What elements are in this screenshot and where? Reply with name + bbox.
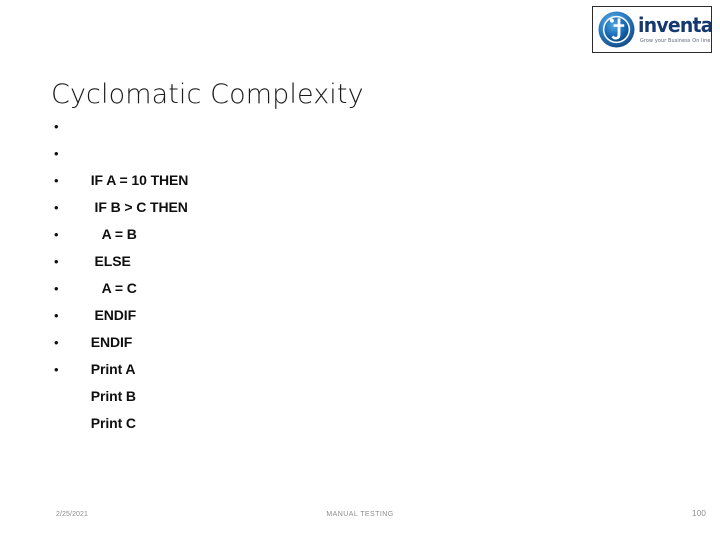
bullet-marker-icon: • <box>54 335 59 350</box>
list-item: • IF B > C THEN <box>48 140 448 215</box>
bullet-marker-icon: • <box>54 281 59 296</box>
list-item: • Print B <box>48 329 448 404</box>
bullet-marker-icon: • <box>54 173 59 188</box>
list-item: • ENDIF <box>48 275 448 350</box>
list-item: • A = C <box>48 221 448 296</box>
bullet-marker-icon: • <box>54 254 59 269</box>
footer-page-number: 100 <box>692 509 706 518</box>
bullet-marker-icon: • <box>54 227 59 242</box>
list-item: • Print C <box>48 356 448 431</box>
inventateq-emblem-icon <box>598 11 635 48</box>
list-item-label: Print C <box>90 415 136 431</box>
list-item: • A = B <box>48 167 448 242</box>
list-item: • IF A = 10 THEN <box>48 113 448 188</box>
bullet-marker-icon: • <box>54 362 59 377</box>
slide-canvas: inventateq Grow your Business On line Cy… <box>0 0 720 540</box>
list-item-label: Print B <box>90 388 136 404</box>
logo-wordmark: inventateq <box>638 13 712 37</box>
bullet-marker-icon: • <box>54 308 59 323</box>
company-logo: inventateq Grow your Business On line <box>592 6 712 53</box>
logo-inner: inventateq Grow your Business On line <box>593 7 711 52</box>
page-title: Cyclomatic Complexity <box>51 79 364 111</box>
bullet-marker-icon: • <box>54 200 59 215</box>
logo-tagline: Grow your Business On line <box>640 38 711 44</box>
bullet-marker-icon: • <box>54 119 59 134</box>
list-item: • Print A <box>48 302 448 377</box>
footer-course-title: MANUAL TESTING <box>326 511 394 518</box>
slide-footer: 2/25/2021 MANUAL TESTING 100 <box>0 505 720 527</box>
bullet-marker-icon: • <box>54 146 59 161</box>
list-item: • ENDIF <box>48 248 448 323</box>
pseudocode-bullet-list: • IF A = 10 THEN • IF B > C THEN • A = B… <box>48 113 448 431</box>
list-item: • ELSE <box>48 194 448 269</box>
